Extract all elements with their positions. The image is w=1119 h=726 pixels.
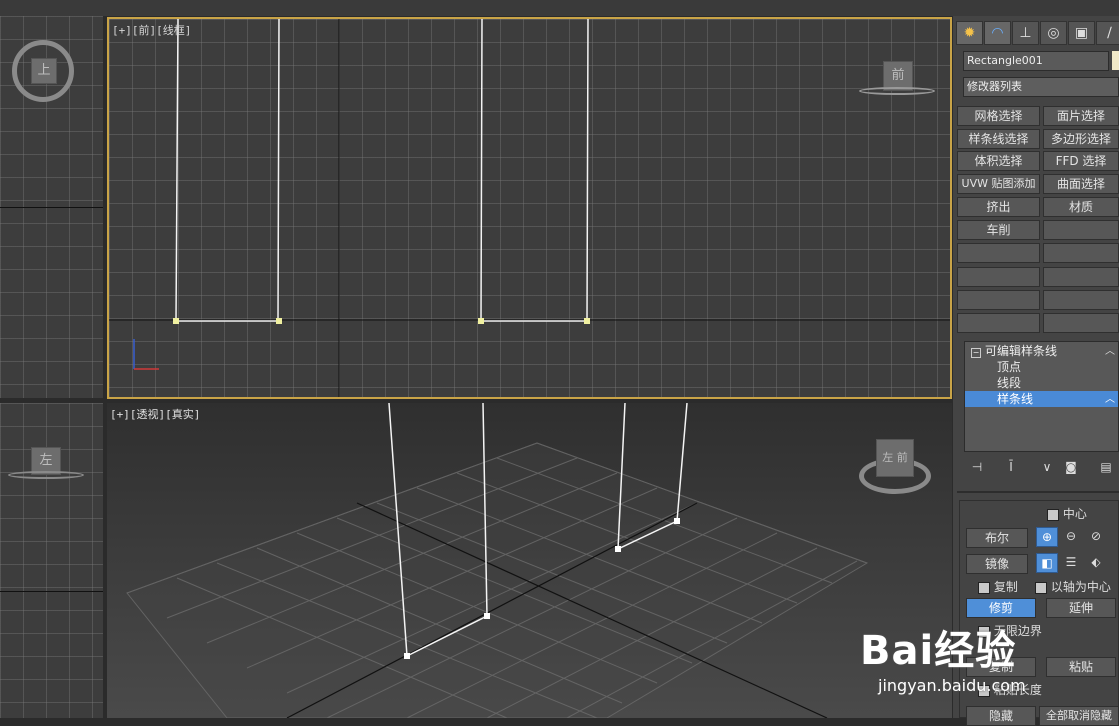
vertex [584, 318, 590, 324]
viewcube-front-ring[interactable] [859, 87, 935, 95]
empty-modifier-button[interactable] [1043, 243, 1119, 263]
stack-root-item[interactable]: − 可编辑样条线 [965, 343, 1118, 359]
copy-label: 复制 [993, 580, 1018, 594]
about-pivot-checkbox[interactable] [1035, 581, 1047, 594]
collapse-icon[interactable]: − [971, 348, 981, 358]
axis-line-horizontal [0, 591, 103, 592]
stack-item-segment[interactable]: 线段 [965, 375, 1118, 391]
spline-shape-1 [175, 19, 280, 322]
viewport-label-perspective[interactable]: [+][透视][真实] [110, 406, 200, 422]
union-icon[interactable]: ⊕ [1036, 527, 1058, 547]
subtract-icon[interactable]: ⊖ [1060, 527, 1082, 547]
mesh-select-button[interactable]: 网格选择 [957, 106, 1040, 126]
object-name-field[interactable]: Rectangle001 [963, 51, 1109, 71]
modifier-stack[interactable]: − 可编辑样条线 顶点 线段 样条线 ︿ ︿ [964, 341, 1119, 452]
axis-line-horizontal [0, 207, 103, 208]
object-color-swatch[interactable] [1112, 51, 1119, 70]
vertex [484, 613, 490, 619]
modifier-list-dropdown[interactable]: 修改器列表 [963, 77, 1119, 97]
about-pivot-label: 以轴为中心 [1050, 580, 1111, 594]
center-checkbox[interactable] [1047, 508, 1059, 521]
lathe-button[interactable]: 车削 [957, 220, 1040, 240]
front-viewport-canvas [109, 19, 950, 397]
viewport-perspective[interactable]: [+][透视][真实] 左 前 [107, 403, 952, 718]
empty-modifier-button[interactable] [1043, 313, 1119, 333]
vol-select-button[interactable]: 体积选择 [957, 151, 1040, 171]
vertex [674, 518, 680, 524]
paste-tangent-button[interactable]: 粘贴 [1046, 657, 1116, 677]
utilities-icon[interactable]: ∕ [1096, 21, 1119, 45]
perspective-viewport-canvas [126, 403, 869, 718]
baidu-watermark-url: jingyan.baidu.com [878, 676, 1026, 695]
patch-select-button[interactable]: 面片选择 [1043, 106, 1119, 126]
mirror-both-icon[interactable]: ⬖ [1085, 553, 1107, 573]
empty-modifier-button[interactable] [957, 290, 1040, 310]
show-end-result-icon[interactable]: Ī [1000, 458, 1022, 478]
viewport-label-front[interactable]: [+][前][线框] [112, 22, 191, 38]
spline-shape-2 [480, 19, 589, 322]
vertex [478, 318, 484, 324]
empty-modifier-button[interactable] [957, 267, 1040, 287]
make-unique-icon[interactable]: ∨ [1036, 458, 1058, 478]
boolean-button[interactable]: 布尔 [966, 528, 1028, 548]
viewport-left[interactable]: 左 [0, 403, 103, 718]
hierarchy-icon[interactable]: ⊥ [1012, 21, 1039, 45]
pin-stack-icon[interactable]: ⊣ [966, 458, 988, 478]
stack-item-vertex[interactable]: 顶点 [965, 359, 1118, 375]
ffd-select-button[interactable]: FFD 选择 [1043, 151, 1119, 171]
stack-item-label: 顶点 [997, 360, 1022, 374]
modify-icon[interactable]: ◠ [984, 21, 1011, 45]
stack-item-spline[interactable]: 样条线 [965, 391, 1118, 407]
panel-divider [957, 491, 1119, 493]
viewcube-left-ring[interactable] [8, 471, 84, 479]
copy-checkbox[interactable] [978, 581, 990, 594]
hide-button[interactable]: 隐藏 [966, 706, 1036, 726]
vertex [276, 318, 282, 324]
motion-icon[interactable]: ◎ [1040, 21, 1067, 45]
create-icon[interactable]: ✹ [956, 21, 983, 45]
configure-sets-icon[interactable]: ▤ [1095, 458, 1117, 478]
about-pivot-checkbox-row[interactable]: 以轴为中心 [1035, 578, 1111, 595]
mirror-button[interactable]: 镜像 [966, 554, 1028, 574]
empty-modifier-button[interactable] [1043, 267, 1119, 287]
viewcube-perspective-face[interactable]: 左 前 [876, 439, 914, 477]
empty-modifier-button[interactable] [1043, 290, 1119, 310]
viewport-front[interactable]: [+][前][线框] 前 [107, 17, 952, 399]
center-checkbox-row[interactable]: 中心 [1047, 505, 1087, 522]
stack-item-label: 样条线 [997, 392, 1034, 406]
vertex [615, 546, 621, 552]
empty-modifier-button[interactable] [957, 313, 1040, 333]
copy-checkbox-row[interactable]: 复制 [978, 578, 1018, 595]
remove-modifier-icon[interactable]: ◙ [1060, 458, 1082, 478]
viewcube-top-face[interactable]: 上 [31, 58, 57, 84]
trim-button[interactable]: 修剪 [966, 598, 1036, 618]
stack-item-label: 线段 [997, 376, 1022, 390]
extend-button[interactable]: 延伸 [1046, 598, 1116, 618]
display-icon[interactable]: ▣ [1068, 21, 1095, 45]
mirror-vertical-icon[interactable]: ☰ [1060, 553, 1082, 573]
modifier-list-label: 修改器列表 [967, 80, 1022, 93]
chevron-up-icon[interactable]: ︿ [1105, 342, 1115, 357]
stack-root-label: 可编辑样条线 [985, 344, 1058, 358]
empty-modifier-button[interactable] [957, 243, 1040, 263]
extrude-button[interactable]: 挤出 [957, 197, 1040, 217]
uvw-map-add-button[interactable]: UVW 贴图添加 [957, 174, 1040, 194]
vertex [404, 653, 410, 659]
vertex [173, 318, 179, 324]
viewport-top-left[interactable]: 上 [0, 16, 103, 398]
mirror-horizontal-icon[interactable]: ◧ [1036, 553, 1058, 573]
material-button[interactable]: 材质 [1043, 197, 1119, 217]
intersect-icon[interactable]: ⊘ [1085, 527, 1107, 547]
empty-modifier-button[interactable] [1043, 220, 1119, 240]
poly-select-button[interactable]: 多边形选择 [1043, 129, 1119, 149]
surface-select-button[interactable]: 曲面选择 [1043, 174, 1119, 194]
unhide-all-button[interactable]: 全部取消隐藏 [1039, 706, 1119, 726]
perspective-grid [126, 442, 869, 718]
center-label: 中心 [1062, 507, 1087, 521]
chevron-up-icon[interactable]: ︿ [1105, 390, 1115, 405]
baidu-watermark-logo: Bai经验 [860, 628, 1017, 674]
spline-select-button[interactable]: 样条线选择 [957, 129, 1040, 149]
top-toolbar-strip [0, 0, 1119, 16]
